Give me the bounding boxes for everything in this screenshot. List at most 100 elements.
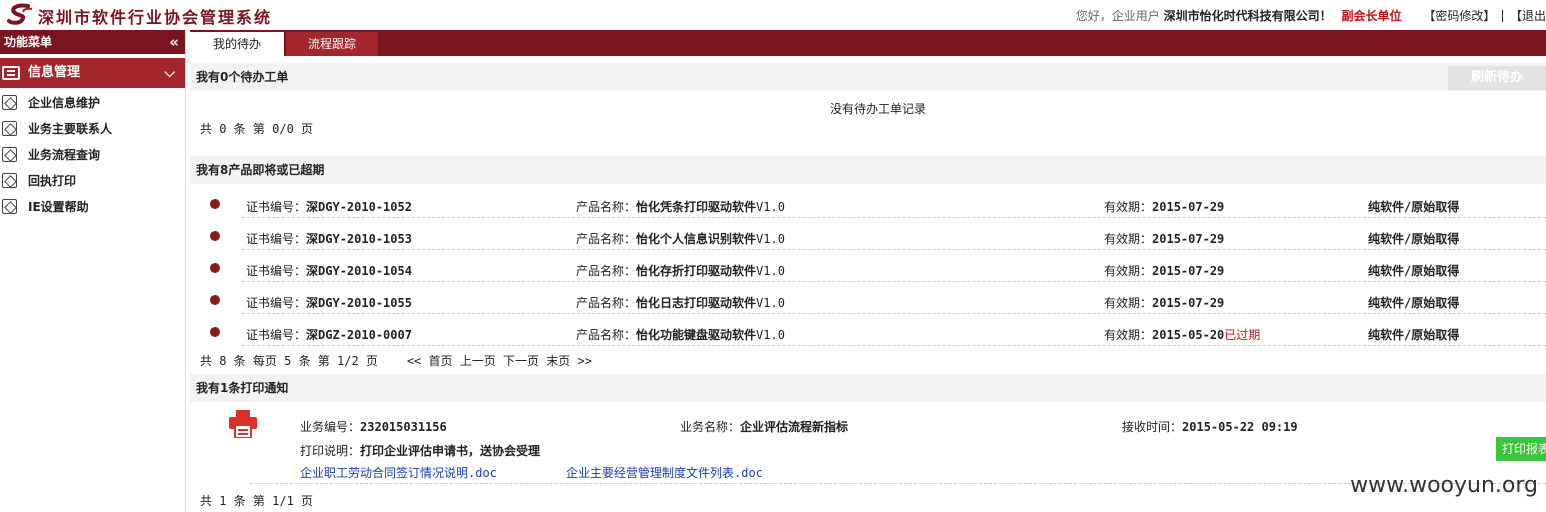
menu-group-info[interactable]: 信息管理 ⌵ [0, 58, 185, 88]
biz-name-label: 业务名称： [680, 420, 741, 434]
change-password-link[interactable]: 【密码修改】 [1423, 9, 1495, 23]
validity-label: 有效期： [1104, 200, 1153, 214]
print-notice-pager: 共 1 条 第 1/1 页 [200, 494, 314, 508]
printer-icon [229, 410, 257, 438]
print-desc: 打印企业评估申请书，送协会受理 [360, 444, 541, 458]
products-section-header: 我有8产品即将或已超期 [190, 156, 1546, 184]
cert-label: 证书编号： [246, 264, 307, 278]
product-row: 证书编号：深DGY-2010-1052 产品名称：怡化凭条打印驱动软件V1.0 … [210, 186, 1546, 218]
expired-tag: 已过期 [1224, 328, 1261, 342]
product-status: 纯软件/原始取得 [1368, 296, 1460, 310]
cert-number: 深DGY-2010-1055 [306, 296, 412, 310]
sidebar-item-label: 业务主要联系人 [28, 122, 113, 136]
tab-my-todo[interactable]: 我的待办 [190, 32, 284, 56]
greeting-text: 您好，企业用户 [1075, 9, 1160, 23]
product-name-label: 产品名称： [576, 296, 637, 310]
watermark-text: www.wooyun.org [1350, 473, 1538, 498]
cube-icon [2, 173, 17, 188]
row-divider [242, 345, 1546, 346]
cube-icon [2, 95, 17, 110]
cert-cell: 证书编号：深DGY-2010-1055 [246, 294, 412, 311]
sidebar-item-contacts[interactable]: 业务主要联系人 [0, 116, 185, 142]
product-name-cell: 产品名称：怡化存折打印驱动软件V1.0 [576, 262, 785, 279]
biz-name: 企业评估流程新指标 [740, 420, 849, 434]
sidebar-item-label: 企业信息维护 [28, 96, 101, 110]
pager-prev-link[interactable]: 上一页 [460, 354, 496, 368]
pager-last-link[interactable]: 末页 >> [546, 354, 592, 368]
biz-number: 232015031156 [360, 420, 447, 434]
sidebar-item-company-info[interactable]: 企业信息维护 [0, 90, 185, 116]
products-title: 我有8产品即将或已超期 [196, 163, 325, 177]
product-row: 证书编号：深DGZ-2010-0007 产品名称：怡化功能键盘驱动软件V1.0 … [210, 314, 1546, 346]
cert-number: 深DGY-2010-1053 [306, 232, 412, 246]
sidebar-item-label: 业务流程查询 [28, 148, 101, 162]
products-pager: 共 8 条 每页 5 条 第 1/2 页 << 首页 上一页 下一页 末页 >> [200, 352, 592, 369]
doc-link-management[interactable]: 企业主要经营管理制度文件列表.doc [566, 464, 763, 481]
product-name-label: 产品名称： [576, 328, 637, 342]
sidebar-item-label: IE设置帮助 [28, 200, 89, 214]
validity-cell: 有效期：2015-05-20已过期 [1104, 326, 1260, 343]
cert-number: 深DGY-2010-1054 [306, 264, 412, 278]
tab-bar: 我的待办 流程跟踪 [190, 30, 1546, 56]
chevron-down-icon: ⌵ [164, 65, 175, 81]
product-name-cell: 产品名称：怡化功能键盘驱动软件V1.0 [576, 326, 785, 343]
receive-time-label: 接收时间： [1122, 420, 1183, 434]
cert-label: 证书编号： [246, 232, 307, 246]
biz-name-cell: 业务名称：企业评估流程新指标 [680, 418, 848, 435]
product-name: 怡化凭条打印驱动软件 [636, 200, 757, 214]
bullet-icon [210, 199, 220, 209]
tab-process-tracking[interactable]: 流程跟踪 [286, 32, 378, 56]
validity-cell: 有效期：2015-07-29 [1104, 198, 1224, 215]
validity-label: 有效期： [1104, 296, 1153, 310]
validity-cell: 有效期：2015-07-29 [1104, 230, 1224, 247]
pager-first-link[interactable]: << 首页 [407, 354, 453, 368]
sidebar-item-process-query[interactable]: 业务流程查询 [0, 142, 185, 168]
user-bar: 您好，企业用户 深圳市怡化时代科技有限公司！ 副会长单位 【密码修改】 【退出 [1076, 7, 1546, 24]
cert-cell: 证书编号：深DGY-2010-1053 [246, 230, 412, 247]
cert-cell: 证书编号：深DGZ-2010-0007 [246, 326, 412, 343]
bullet-icon [210, 263, 220, 273]
list-icon [2, 66, 20, 80]
product-name-cell: 产品名称：怡化凭条打印驱动软件V1.0 [576, 198, 785, 215]
sidebar-menu: 企业信息维护 业务主要联系人 业务流程查询 回执打印 IE设置帮助 [0, 88, 185, 220]
biz-number-label: 业务编号： [300, 420, 361, 434]
product-status: 纯软件/原始取得 [1368, 328, 1460, 342]
product-name: 怡化个人信息识别软件 [636, 232, 757, 246]
collapse-icon[interactable]: « [169, 30, 179, 54]
print-desc-cell: 打印说明：打印企业评估申请书，送协会受理 [300, 442, 540, 459]
system-title: 深圳市软件行业协会管理系统 [38, 8, 273, 27]
print-report-button[interactable]: 打印报表 [1496, 437, 1546, 461]
sidebar: 功能菜单 « 信息管理 ⌵ 企业信息维护 业务主要联系人 业务流程查询 回执打印… [0, 30, 186, 512]
product-name-cell: 产品名称：怡化个人信息识别软件V1.0 [576, 230, 785, 247]
todo-empty-message: 没有待办工单记录 [830, 102, 927, 116]
receive-time-cell: 接收时间：2015-05-22 09:19 [1122, 418, 1298, 435]
receive-time: 2015-05-22 09:19 [1182, 420, 1298, 434]
product-status: 纯软件/原始取得 [1368, 232, 1460, 246]
main-content: 我有0个待办工单 刷新待办 没有待办工单记录 共 0 条 第 0/0 页 我有8… [190, 56, 1546, 512]
product-version: V1.0 [756, 296, 785, 310]
validity-label: 有效期： [1104, 232, 1153, 246]
logout-link[interactable]: 【退出 [1510, 9, 1546, 23]
product-row: 证书编号：深DGY-2010-1054 产品名称：怡化存折打印驱动软件V1.0 … [210, 250, 1546, 282]
product-version: V1.0 [756, 200, 785, 214]
pager-next-link[interactable]: 下一页 [503, 354, 539, 368]
sidebar-item-ie-help[interactable]: IE设置帮助 [0, 194, 185, 220]
cube-icon [2, 147, 17, 162]
product-version: V1.0 [756, 328, 785, 342]
sidebar-item-receipt-print[interactable]: 回执打印 [0, 168, 185, 194]
bullet-icon [210, 327, 220, 337]
refresh-todo-button[interactable]: 刷新待办 [1448, 66, 1546, 90]
cube-icon [2, 121, 17, 136]
cert-label: 证书编号： [246, 296, 307, 310]
doc-link-contract[interactable]: 企业职工劳动合同签订情况说明.doc [300, 464, 497, 481]
print-desc-label: 打印说明： [300, 444, 361, 458]
logo-icon [7, 3, 33, 25]
validity-date: 2015-07-29 [1152, 296, 1225, 310]
divider [1502, 10, 1504, 22]
todo-pager: 共 0 条 第 0/0 页 [200, 122, 314, 136]
product-version: V1.0 [756, 232, 785, 246]
cert-cell: 证书编号：深DGY-2010-1052 [246, 198, 412, 215]
cert-label: 证书编号： [246, 328, 307, 342]
cube-icon [2, 199, 17, 214]
validity-label: 有效期： [1104, 264, 1153, 278]
